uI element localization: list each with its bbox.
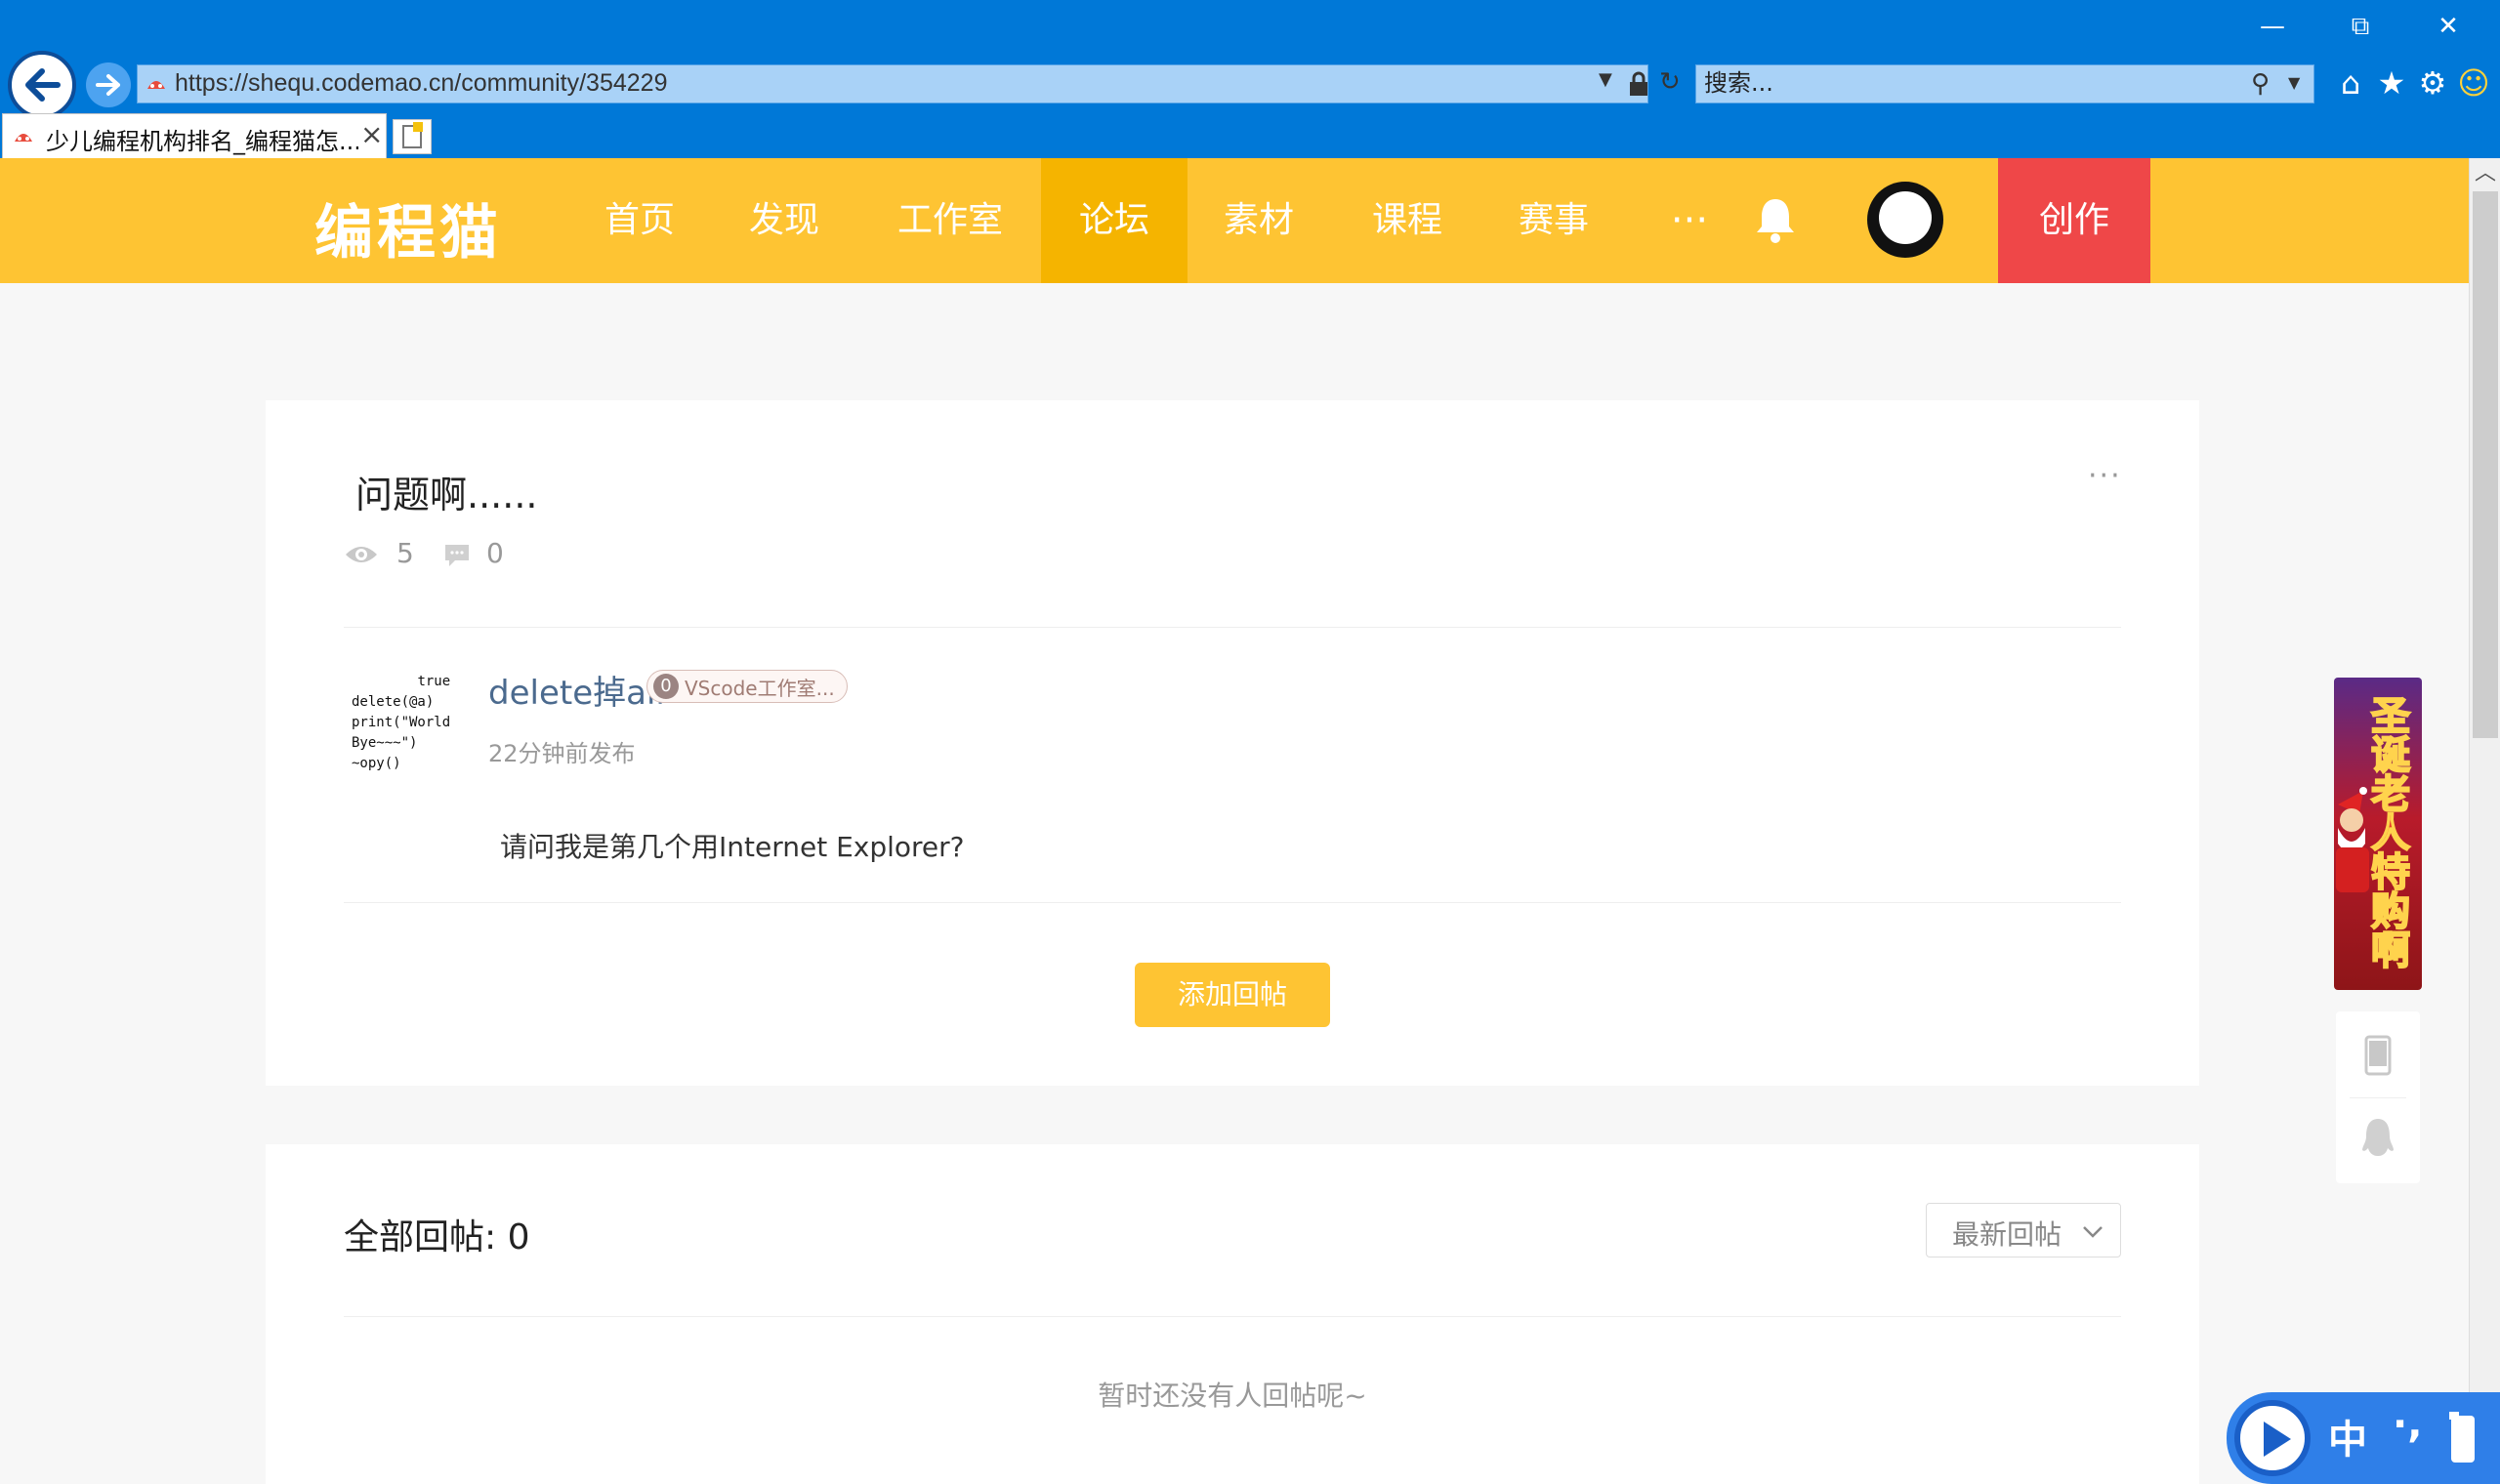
side-tools — [2336, 1011, 2420, 1183]
nav-material[interactable]: 素材 — [1215, 158, 1303, 283]
eye-icon — [346, 547, 377, 562]
gear-icon[interactable]: ⚙ — [2414, 64, 2451, 102]
author-badge[interactable]: 0 VScode工作室... — [646, 670, 848, 703]
tab-active[interactable]: 少儿编程机构排名_编程猫怎... × — [2, 113, 387, 158]
divider — [344, 902, 2121, 903]
ime-toolbar[interactable]: 中 ·, — [2227, 1392, 2500, 1484]
address-bar[interactable]: https://shequ.codemao.cn/community/35422… — [137, 64, 1681, 103]
back-button[interactable] — [8, 51, 76, 119]
replies-card: 全部回帖: 0 最新回帖 暂时还没有人回帖呢~ — [266, 1144, 2199, 1484]
home-icon[interactable]: ⌂ — [2332, 64, 2369, 102]
nav-home[interactable]: 首页 — [596, 158, 684, 283]
badge-level: 0 — [653, 674, 679, 699]
site-favicon-icon — [15, 134, 32, 142]
back-arrow-icon — [25, 68, 61, 102]
phone-icon[interactable] — [2363, 1035, 2393, 1076]
post-card: 问题啊...... ··· 5 0 true): delete(@a) prin… — [266, 400, 2199, 1086]
scroll-thumb[interactable] — [2473, 191, 2498, 738]
replies-header: 全部回帖: 0 — [344, 1217, 530, 1257]
nav-course[interactable]: 课程 — [1363, 158, 1451, 283]
smiley-icon[interactable]: ☺ — [2455, 64, 2492, 102]
sort-select[interactable]: 最新回帖 — [1926, 1203, 2121, 1257]
nav-studio[interactable]: 工作室 — [887, 158, 1014, 283]
post-body: 请问我是第几个用Internet Explorer? — [500, 831, 965, 863]
search-icon[interactable]: ⚲ — [2251, 69, 2270, 99]
promo-text: 圣诞老人特购啊 — [2363, 694, 2410, 969]
search-dropdown-icon[interactable]: ▼ — [2288, 73, 2300, 92]
new-tab-button[interactable] — [393, 119, 432, 154]
create-button[interactable]: 创作 — [1998, 158, 2150, 283]
post-menu-button[interactable]: ··· — [2088, 459, 2122, 493]
ime-play-icon[interactable] — [2234, 1400, 2311, 1476]
badge-text: VScode工作室... — [685, 676, 835, 700]
lock-icon[interactable] — [1628, 71, 1649, 97]
star-icon[interactable]: ★ — [2373, 64, 2410, 102]
bell-icon[interactable] — [1753, 195, 1798, 244]
site-logo[interactable]: 编程猫 — [314, 186, 502, 270]
avatar[interactable] — [1867, 182, 1943, 258]
chevron-down-icon — [2083, 1226, 2103, 1238]
forward-arrow-icon — [96, 74, 120, 96]
tab-close-icon[interactable]: × — [360, 118, 383, 150]
sort-label: 最新回帖 — [1952, 1218, 2062, 1251]
minimize-button[interactable]: — — [2238, 0, 2307, 53]
promo-banner[interactable]: 圣诞老人特购啊 — [2334, 678, 2422, 990]
nav-contest[interactable]: 赛事 — [1510, 158, 1598, 283]
tab-strip: 少儿编程机构排名_编程猫怎... × — [0, 113, 2500, 158]
nav-more[interactable]: ··· — [1660, 158, 1719, 283]
qq-icon[interactable] — [2360, 1117, 2396, 1160]
scroll-up-icon[interactable]: ︿ — [2470, 158, 2500, 189]
post-title: 问题啊...... — [355, 474, 538, 516]
empty-replies-message: 暂时还没有人回帖呢~ — [1098, 1380, 1367, 1412]
comment-count: 0 — [486, 537, 504, 569]
comment-icon — [445, 545, 469, 566]
add-reply-button[interactable]: 添加回帖 — [1135, 963, 1330, 1027]
view-count: 5 — [396, 537, 414, 569]
nav-discover[interactable]: 发现 — [740, 158, 828, 283]
site-favicon-icon — [147, 81, 165, 89]
close-button[interactable]: ✕ — [2414, 0, 2482, 53]
forward-button[interactable] — [86, 62, 131, 107]
refresh-icon[interactable]: ↻ — [1659, 67, 1681, 97]
ime-punctuation[interactable]: ·, — [2393, 1402, 2422, 1447]
divider — [2350, 1097, 2406, 1098]
divider — [344, 627, 2121, 628]
restore-button[interactable]: ⧉ — [2326, 0, 2395, 53]
browser-chrome: — ⧉ ✕ https://shequ.codemao.cn/community… — [0, 0, 2500, 158]
tab-title: 少儿编程机构排名_编程猫怎... — [46, 128, 358, 155]
scrollbar[interactable]: ︿ — [2469, 158, 2500, 1484]
ime-language[interactable]: 中 — [2328, 1408, 2367, 1464]
address-dropdown-icon[interactable]: ▼ — [1599, 69, 1612, 90]
author-name[interactable]: delete掉all — [488, 666, 665, 714]
nav-forum[interactable]: 论坛 — [1041, 158, 1188, 283]
site-header: 编程猫 首页 发现 工作室 论坛 素材 课程 赛事 ··· 创作 — [0, 158, 2469, 283]
author-avatar[interactable]: true): delete(@a) print("World Bye~~~") … — [344, 664, 451, 771]
divider — [344, 1316, 2121, 1317]
search-box[interactable]: ⚲ ▼ — [1695, 64, 2314, 103]
address-text[interactable]: https://shequ.codemao.cn/community/35422… — [175, 69, 667, 98]
ime-toolbox-icon[interactable] — [2445, 1410, 2480, 1466]
search-input[interactable] — [1704, 69, 2192, 97]
post-time: 22分钟前发布 — [488, 740, 636, 767]
